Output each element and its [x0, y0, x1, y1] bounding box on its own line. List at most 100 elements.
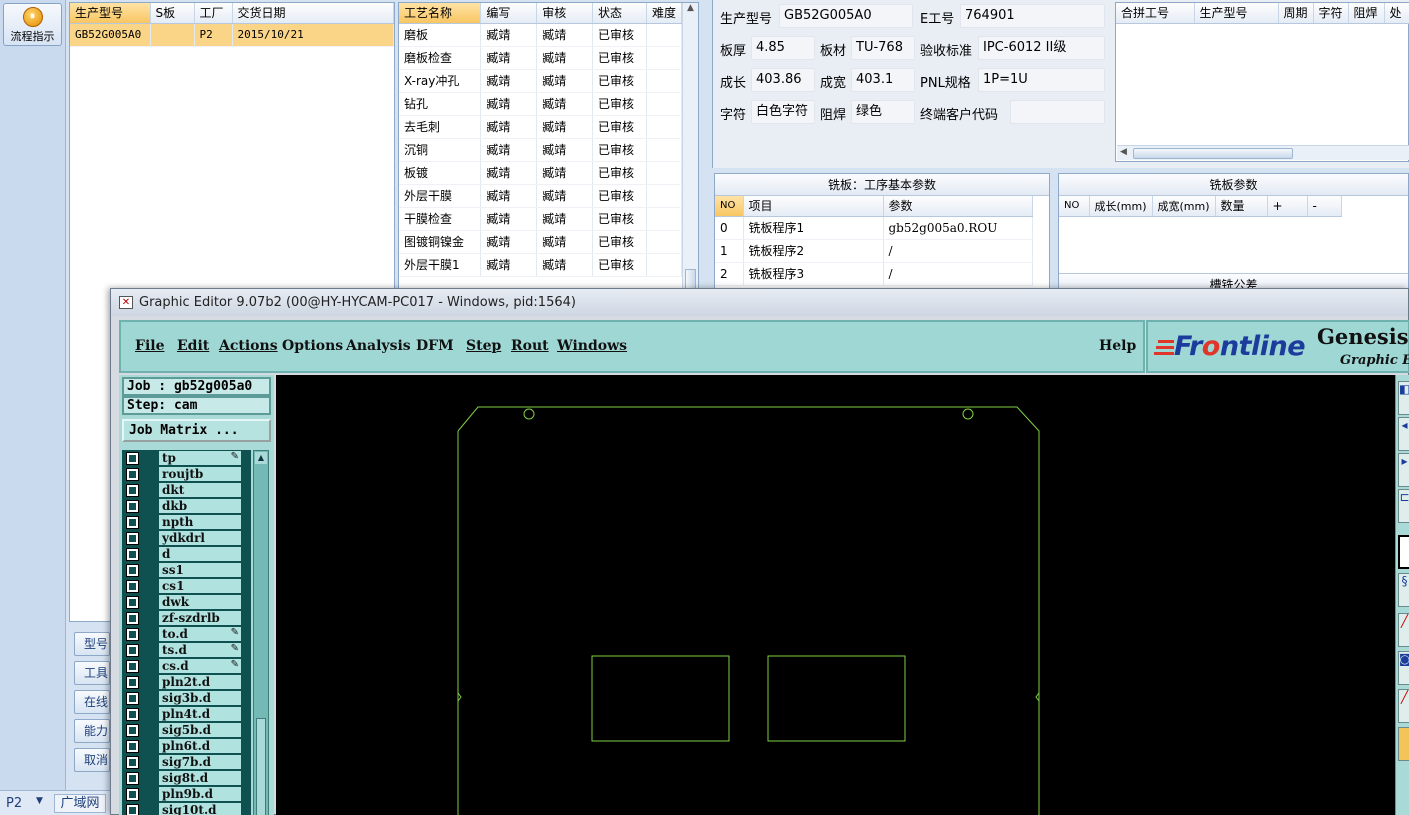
layer-row[interactable]: pln6t.d: [122, 738, 251, 754]
col-model[interactable]: 生产型号: [70, 3, 151, 24]
table-row[interactable]: 2 铣板程序3/: [715, 262, 1033, 286]
layer-row[interactable]: sig8t.d: [122, 770, 251, 786]
layer-name[interactable]: ydkdrl: [159, 531, 241, 545]
col-delivery-date[interactable]: 交货日期: [232, 3, 394, 24]
select-tool-button[interactable]: ◙: [1398, 651, 1409, 685]
layer-checkbox[interactable]: [127, 549, 138, 560]
snap-tool-button[interactable]: ╱: [1398, 613, 1409, 647]
layer-checkbox[interactable]: [127, 597, 138, 608]
layer-row[interactable]: roujtb: [122, 466, 251, 482]
menu-dfm[interactable]: DFM: [416, 338, 454, 354]
layer-name[interactable]: sig3b.d: [159, 691, 241, 705]
scroll-left-icon[interactable]: ◀: [1120, 147, 1127, 157]
col-length[interactable]: 成长(mm): [1089, 196, 1153, 217]
table-row[interactable]: 1 铣板程序2/: [715, 239, 1033, 263]
layer-checkbox[interactable]: [127, 677, 138, 688]
layer-row[interactable]: sig3b.d: [122, 690, 251, 706]
layer-name[interactable]: ts.d: [159, 643, 241, 657]
table-row[interactable]: 沉铜 臧靖 臧靖 已审核: [399, 138, 683, 162]
table-row[interactable]: X-ray冲孔 臧靖 臧靖 已审核: [399, 69, 683, 93]
layer-row[interactable]: tp ✎: [122, 450, 251, 466]
layer-row[interactable]: ss1: [122, 562, 251, 578]
layer-name[interactable]: pln2t.d: [159, 675, 241, 689]
layer-checkbox[interactable]: [127, 613, 138, 624]
layer-name[interactable]: dkb: [159, 499, 241, 513]
scroll-thumb[interactable]: [256, 718, 266, 815]
table-row[interactable]: 磨板检查 臧靖 臧靖 已审核: [399, 46, 683, 70]
cancel-button[interactable]: 取消: [74, 748, 110, 772]
layer-row[interactable]: zf-szdrlb: [122, 610, 251, 626]
layer-name[interactable]: sig5b.d: [159, 723, 241, 737]
layer-checkbox[interactable]: [127, 661, 138, 672]
layer-row[interactable]: cs.d ✎: [122, 658, 251, 674]
layer-checkbox[interactable]: [127, 773, 138, 784]
layer-checkbox[interactable]: [127, 805, 138, 815]
fit-tool-button[interactable]: ⊏: [1398, 489, 1409, 523]
capability-button[interactable]: 能力: [74, 719, 110, 743]
table-row[interactable]: 去毛刺 臧靖 臧靖 已审核: [399, 115, 683, 139]
menu-analysis[interactable]: Analysis: [346, 338, 411, 354]
layer-row[interactable]: dwk: [122, 594, 251, 610]
layer-name[interactable]: tp: [159, 451, 241, 465]
layer-name[interactable]: ss1: [159, 563, 241, 577]
layer-checkbox[interactable]: [127, 469, 138, 480]
layer-name[interactable]: sig8t.d: [159, 771, 241, 785]
merge-hscrollbar[interactable]: ◀: [1117, 145, 1409, 160]
display-tool-button[interactable]: [1398, 535, 1409, 569]
process-scrollbar[interactable]: ▲: [682, 3, 698, 291]
graphic-canvas[interactable]: [276, 375, 1395, 815]
menu-step[interactable]: Step: [466, 338, 501, 354]
col-s-board[interactable]: S板: [150, 3, 195, 24]
zoom-tool-button[interactable]: ◧: [1398, 381, 1409, 415]
col-author[interactable]: 编写: [480, 3, 538, 24]
table-row[interactable]: 干膜检查 臧靖 臧靖 已审核: [399, 207, 683, 231]
col-param[interactable]: 参数: [883, 196, 1033, 217]
layer-row[interactable]: pln2t.d: [122, 674, 251, 690]
col-char[interactable]: 字符: [1313, 3, 1349, 24]
col-item[interactable]: 项目: [743, 196, 884, 217]
scroll-thumb[interactable]: [685, 269, 696, 289]
layer-checkbox[interactable]: [127, 725, 138, 736]
col-merge-model[interactable]: 生产型号: [1194, 3, 1279, 24]
online-button[interactable]: 在线: [74, 690, 110, 714]
col-merge-no[interactable]: 合拼工号: [1116, 3, 1195, 24]
table-row[interactable]: 磨板 臧靖 臧靖 已审核: [399, 23, 683, 47]
layer-checkbox[interactable]: [127, 453, 138, 464]
layer-name[interactable]: d: [159, 547, 241, 561]
col-quantity[interactable]: 数量: [1215, 196, 1268, 217]
layer-checkbox[interactable]: [127, 565, 138, 576]
chevron-down-icon[interactable]: ▼: [36, 796, 43, 806]
col-process-name[interactable]: 工艺名称: [399, 3, 482, 24]
layer-row[interactable]: sig7b.d: [122, 754, 251, 770]
layer-name[interactable]: cs1: [159, 579, 241, 593]
table-row[interactable]: 钻孔 臧靖 臧靖 已审核: [399, 92, 683, 116]
remove-row-button[interactable]: -: [1307, 196, 1343, 217]
layer-row[interactable]: dkt: [122, 482, 251, 498]
layer-checkbox[interactable]: [127, 485, 138, 496]
col-mask[interactable]: 阻焊: [1348, 3, 1385, 24]
layer-name[interactable]: sig10t.d: [159, 803, 241, 815]
menu-actions[interactable]: Actions: [219, 338, 278, 354]
menu-rout[interactable]: Rout: [511, 338, 549, 354]
col-factory[interactable]: 工厂: [194, 3, 233, 24]
col-difficulty[interactable]: 难度: [646, 3, 683, 24]
layer-name[interactable]: to.d: [159, 627, 241, 641]
measure-tool-button[interactable]: §: [1398, 573, 1409, 607]
layer-row[interactable]: pln9b.d: [122, 786, 251, 802]
layer-checkbox[interactable]: [127, 741, 138, 752]
table-row[interactable]: 外层干膜1 臧靖 臧靖 已审核: [399, 253, 683, 277]
col-status[interactable]: 状态: [592, 3, 647, 24]
layer-checkbox[interactable]: [127, 789, 138, 800]
layer-row[interactable]: pln4t.d: [122, 706, 251, 722]
layer-checkbox[interactable]: [127, 645, 138, 656]
table-row[interactable]: 0 铣板程序1 gb52g005a0.ROU: [715, 216, 1033, 240]
highlight-tool-button[interactable]: ╱: [1398, 689, 1409, 723]
layer-name[interactable]: sig7b.d: [159, 755, 241, 769]
layer-name[interactable]: pln4t.d: [159, 707, 241, 721]
layer-name[interactable]: roujtb: [159, 467, 241, 481]
info-tool-button[interactable]: [1398, 727, 1409, 761]
menu-windows[interactable]: Windows: [557, 338, 627, 354]
col-reviewer[interactable]: 审核: [536, 3, 594, 24]
layer-name[interactable]: dwk: [159, 595, 241, 609]
layer-name[interactable]: pln9b.d: [159, 787, 241, 801]
